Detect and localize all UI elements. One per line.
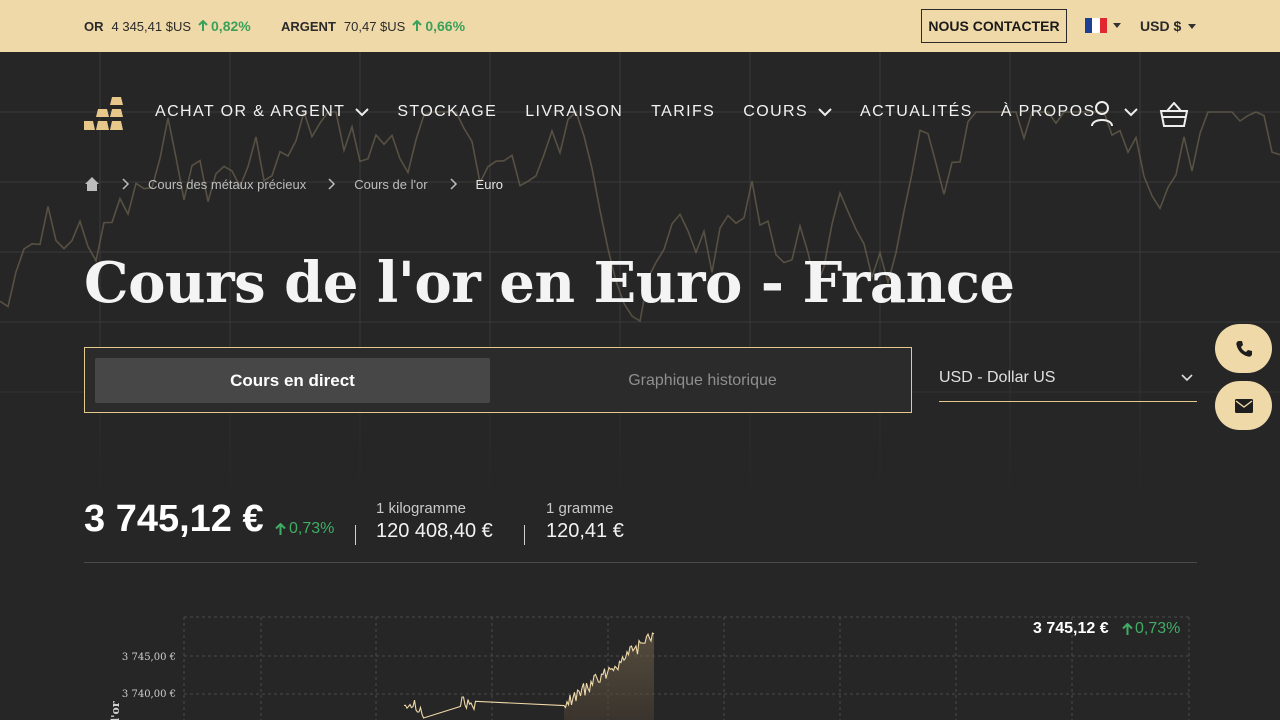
- call-button[interactable]: [1215, 324, 1272, 373]
- chevron-right-icon: [328, 178, 336, 190]
- silver-change: 0,66%: [425, 18, 466, 34]
- chart-current-change-value: 0,73%: [1135, 620, 1181, 637]
- gold-price: 4 345,41 $US: [111, 18, 192, 34]
- price-change-value: 0,73%: [289, 520, 335, 537]
- gold-label: OR: [84, 18, 104, 34]
- gram-value: 120,41 €: [546, 520, 624, 542]
- phone-icon: [1235, 340, 1252, 357]
- gold-ticker: OR 4 345,41 $US 0,82%: [84, 0, 251, 52]
- nav-item-buy-gold-silver[interactable]: ACHAT OR & ARGENT: [155, 103, 370, 121]
- nav-item-label: COURS: [743, 103, 809, 120]
- main-nav: ACHAT OR & ARGENT STOCKAGE LIVRAISON TAR…: [155, 100, 1096, 124]
- chevron-right-icon: [122, 178, 130, 190]
- chevron-down-icon: [355, 107, 370, 116]
- nav-item-label: À PROPOS: [1000, 103, 1096, 120]
- price-change: 0,73%: [275, 520, 334, 538]
- currency-label: USD $: [1140, 18, 1182, 34]
- nav-item-rates[interactable]: COURS: [743, 103, 832, 121]
- logo-gold-bars-icon[interactable]: [84, 97, 125, 130]
- divider: [524, 525, 525, 545]
- chevron-down-icon[interactable]: [1113, 23, 1121, 28]
- view-tabs: Cours en direct Graphique historique: [84, 347, 912, 413]
- kilogram-value: 120 408,40 €: [376, 520, 493, 542]
- divider: [355, 525, 356, 545]
- nav-item-label: LIVRAISON: [525, 103, 624, 120]
- chevron-right-icon: [450, 178, 457, 190]
- nav-item-label: ACHAT OR & ARGENT: [155, 103, 346, 120]
- page-title: Cours de l'or en Euro - France: [84, 250, 1015, 316]
- arrow-up-icon: [198, 20, 208, 31]
- gram-label: 1 gramme: [546, 500, 614, 517]
- price-area: [564, 633, 654, 720]
- y-axis-label: l'or: [109, 701, 122, 720]
- nav-item-pricing[interactable]: TARIFS: [651, 103, 715, 121]
- nav-item-label: TARIFS: [651, 103, 716, 120]
- currency-dropdown[interactable]: USD $: [1140, 18, 1197, 34]
- y-tick-label: 3 740,00 €: [122, 689, 176, 700]
- email-button[interactable]: [1215, 381, 1272, 430]
- currency-select[interactable]: USD - Dollar US: [939, 355, 1197, 402]
- french-flag-icon[interactable]: [1085, 18, 1107, 33]
- breadcrumb: Cours des métaux précieux Cours de l'or …: [84, 175, 503, 193]
- silver-ticker: ARGENT 70,47 $US 0,66%: [281, 0, 465, 52]
- cart-basket-icon[interactable]: [1159, 102, 1189, 128]
- divider: [84, 562, 1197, 563]
- chevron-down-icon: [1181, 374, 1193, 382]
- nav-item-about[interactable]: À PROPOS: [1001, 103, 1096, 121]
- currency-select-value: USD - Dollar US: [939, 369, 1056, 386]
- gold-change: 0,82%: [211, 18, 251, 34]
- silver-label: ARGENT: [281, 18, 336, 34]
- tab-historical-chart[interactable]: Graphique historique: [495, 358, 910, 403]
- chevron-down-icon: [818, 107, 832, 116]
- nav-item-delivery[interactable]: LIVRAISON: [525, 103, 623, 121]
- nav-item-label: STOCKAGE: [397, 103, 498, 120]
- chevron-down-icon: [1188, 23, 1197, 29]
- chart-current-change: 0,73%: [1122, 620, 1180, 638]
- envelope-icon: [1234, 398, 1253, 413]
- tab-live-rates[interactable]: Cours en direct: [95, 358, 490, 403]
- home-icon[interactable]: [84, 176, 100, 192]
- y-tick-label: 3 745,00 €: [122, 652, 176, 663]
- gold-price-euro: 3 745,12 €: [84, 498, 264, 540]
- breadcrumb-current: Euro: [475, 176, 504, 192]
- top-ticker-bar: OR 4 345,41 $US 0,82% ARGENT 70,47 $US 0…: [0, 0, 1280, 52]
- chevron-down-icon[interactable]: [1124, 108, 1138, 117]
- nav-item-storage[interactable]: STOCKAGE: [397, 103, 497, 121]
- kilogram-label: 1 kilogramme: [376, 500, 467, 517]
- user-account-icon[interactable]: [1090, 100, 1114, 127]
- live-price-chart[interactable]: 3 745,00 € 3 740,00 € l'or: [84, 600, 1197, 720]
- nav-item-label: ACTUALITÉS: [860, 103, 973, 120]
- silver-price: 70,47 $US: [343, 18, 406, 34]
- chart-current-price: 3 745,12 €: [1033, 620, 1109, 637]
- breadcrumb-link-precious-metals[interactable]: Cours des métaux précieux: [148, 177, 306, 192]
- arrow-up-icon: [275, 522, 286, 535]
- breadcrumb-link-gold-rate[interactable]: Cours de l'or: [354, 177, 427, 192]
- arrow-up-icon: [1122, 622, 1133, 635]
- nav-item-news[interactable]: ACTUALITÉS: [860, 103, 973, 121]
- contact-button[interactable]: NOUS CONTACTER: [921, 9, 1067, 43]
- arrow-up-icon: [412, 20, 423, 31]
